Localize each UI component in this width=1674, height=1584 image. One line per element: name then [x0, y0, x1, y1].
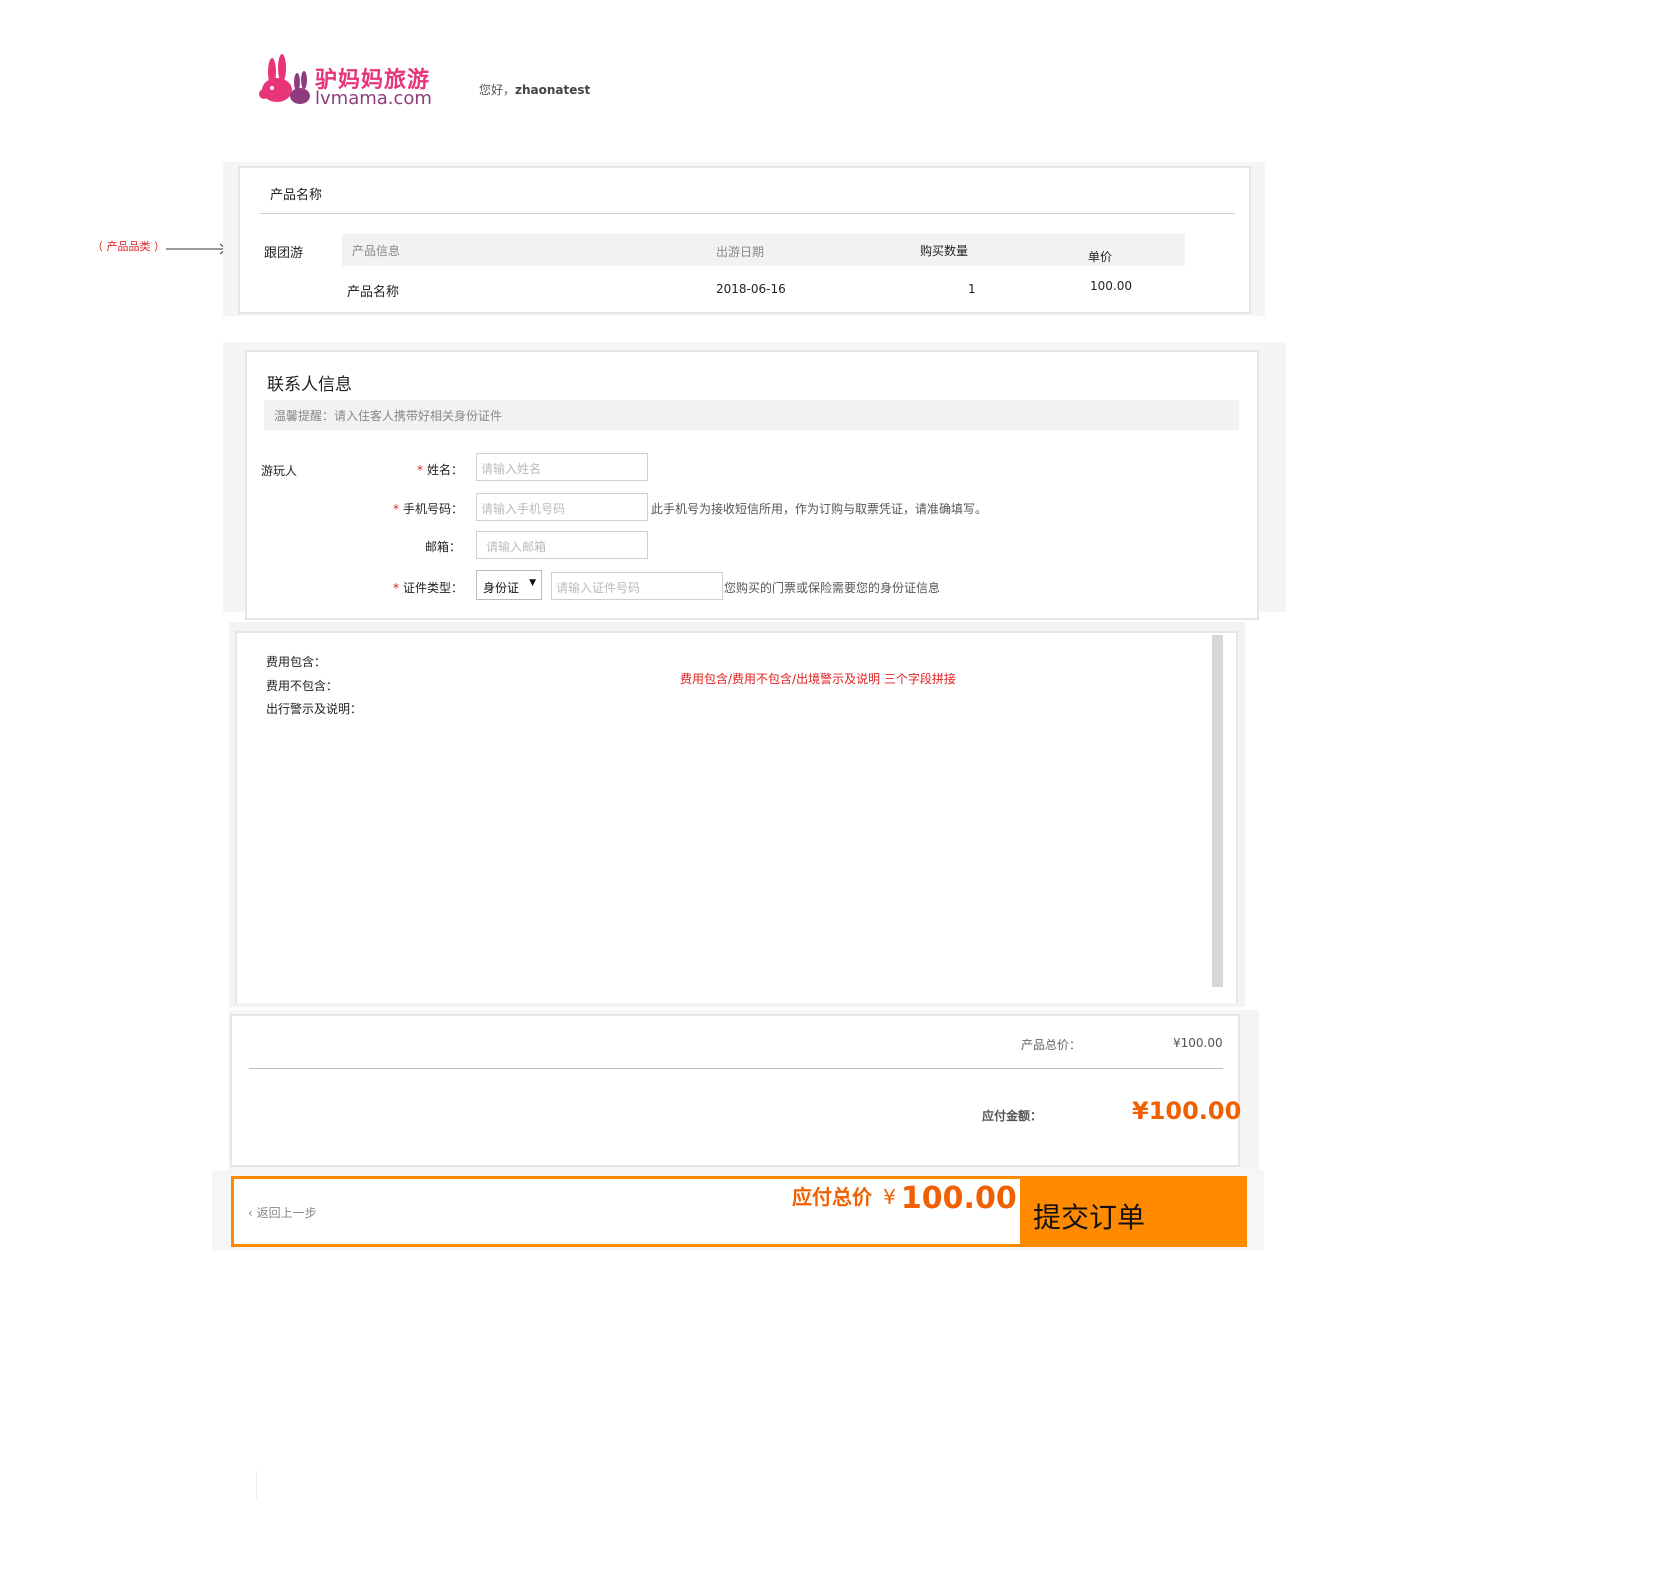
contact-panel: 联系人信息 温馨提醒：请入住客人携带好相关身份证件 游玩人 * 姓名： 请输入姓名… [245, 350, 1259, 620]
phone-hint: 此手机号为接收短信所用，作为订购与取票凭证，请准确填写。 [651, 502, 988, 516]
footer-total-value: 100.00 [900, 1181, 1017, 1216]
id-type-select[interactable]: 身份证 ▼ [476, 570, 542, 600]
category-annotation: （ 产品品类 ） [92, 240, 165, 253]
product-total-value: ¥100.00 [1173, 1036, 1223, 1050]
divider [249, 1068, 1223, 1069]
id-type-value: 身份证 [483, 581, 520, 595]
id-type-label-text: 证件类型： [403, 581, 464, 595]
name-input[interactable]: 请输入姓名 [476, 453, 648, 481]
rabbit-logo-icon [259, 54, 310, 104]
footer-currency: ¥ [883, 1185, 896, 1209]
product-panel: 产品名称 跟团游 产品信息 出游日期 购买数量 单价 产品名称 2018-06-… [238, 166, 1251, 314]
tip-bar: 温馨提醒：请入住客人携带好相关身份证件 [264, 400, 1239, 430]
required-mark: * [417, 463, 423, 477]
product-table-header: 产品信息 出游日期 购买数量 单价 [342, 234, 1185, 266]
footer-total: 应付总价 ¥ 100.00 [792, 1181, 1017, 1216]
phone-input[interactable]: 请输入手机号码 [476, 493, 648, 521]
payable-label: 应付金额： [982, 1109, 1043, 1123]
id-type-label: * 证件类型： [393, 579, 463, 596]
divider [256, 1470, 257, 1500]
arrow-right-icon [166, 243, 227, 255]
required-mark: * [393, 502, 399, 516]
name-label-text: 姓名： [427, 463, 464, 477]
col-quantity: 购买数量 [920, 244, 969, 258]
id-number-input[interactable]: 请输入证件号码 [551, 572, 723, 600]
back-link-label: 返回上一步 [256, 1206, 317, 1220]
contact-panel-title: 联系人信息 [267, 375, 352, 395]
product-row-price: 100.00 [1090, 279, 1132, 293]
product-panel-title: 产品名称 [270, 188, 323, 203]
col-travel-date: 出游日期 [716, 245, 765, 259]
id-reminder-tip: 温馨提醒：请入住客人携带好相关身份证件 [274, 409, 503, 423]
name-label: * 姓名： [417, 461, 463, 478]
col-unit-price: 单价 [1088, 250, 1113, 264]
footer-total-label: 应付总价 [792, 1185, 872, 1209]
email-label: 邮箱： [425, 540, 462, 554]
payable-value: ¥100.00 [1132, 1097, 1242, 1125]
product-total-label: 产品总价： [1021, 1038, 1082, 1052]
fees-excluded-label: 费用不包含： [266, 679, 339, 693]
product-row-quantity: 1 [968, 282, 976, 296]
order-footer-bar: ‹ 返回上一步 应付总价 ¥ 100.00 提交订单 [231, 1176, 1247, 1247]
chevron-left-icon: ‹ [248, 1206, 253, 1220]
product-row-name: 产品名称 [347, 285, 400, 300]
traveler-label: 游玩人 [261, 464, 298, 478]
caret-down-icon: ▼ [529, 578, 536, 588]
divider [260, 213, 1235, 214]
submit-order-button[interactable]: 提交订单 [1020, 1176, 1247, 1247]
user-greeting: 您好，zhaonatest [479, 81, 590, 98]
logo-text-en: lvmama.com [315, 88, 432, 109]
phone-label-text: 手机号码： [403, 502, 464, 516]
id-hint: 您购买的门票或保险需要您的身份证信息 [724, 581, 941, 595]
fees-annotation: 费用包含/费用不包含/出境警示及说明 三个字段拼接 [680, 672, 956, 686]
back-link[interactable]: ‹ 返回上一步 [248, 1204, 317, 1221]
email-input[interactable]: 请输入邮箱 [476, 531, 648, 559]
required-mark: * [393, 581, 399, 595]
username[interactable]: zhaonatest [515, 83, 590, 97]
col-product-info: 产品信息 [352, 244, 401, 258]
product-row-date: 2018-06-16 [716, 282, 786, 296]
travel-notice-label: 出行警示及说明： [266, 702, 363, 716]
fees-scrollbar[interactable] [1212, 635, 1223, 987]
lvmama-logo[interactable]: 驴妈妈旅游 lvmama.com [255, 50, 435, 110]
product-category: 跟团游 [264, 246, 304, 261]
fees-panel: 费用包含： 费用不包含： 出行警示及说明： 费用包含/费用不包含/出境警示及说明… [235, 631, 1238, 1003]
greeting-prefix: 您好， [479, 83, 516, 97]
submit-order-label: 提交订单 [1033, 1201, 1146, 1234]
fees-included-label: 费用包含： [266, 655, 327, 669]
phone-label: * 手机号码： [393, 500, 463, 517]
summary-panel: 产品总价： ¥100.00 应付金额： ¥100.00 [230, 1014, 1242, 1167]
